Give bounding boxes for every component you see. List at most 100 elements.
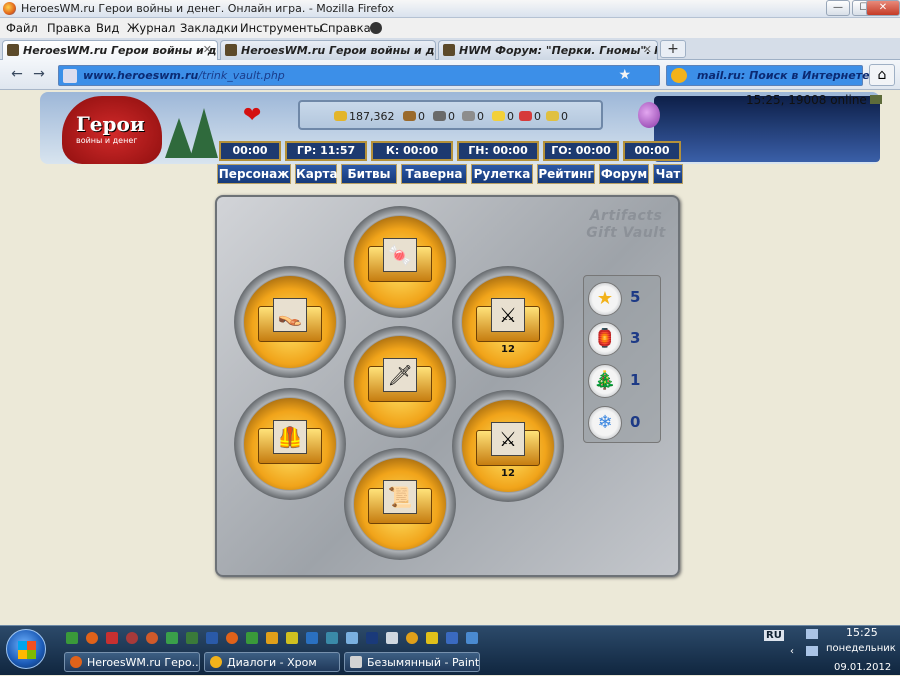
quicklaunch-icon[interactable] <box>466 632 478 644</box>
tree-icon: 🎄 <box>588 364 622 398</box>
chest-swords[interactable]: ⚔ 12 <box>452 266 564 378</box>
quicklaunch-icon[interactable] <box>226 632 238 644</box>
quicklaunch-icon[interactable] <box>286 632 298 644</box>
christmas-tree-decoration <box>165 118 193 158</box>
tab-label: HWM Форум: "Перки. Гномы". Не... <box>459 44 657 57</box>
new-tab-button[interactable]: + <box>660 40 686 58</box>
mana-orb-icon[interactable] <box>638 102 660 128</box>
menu-edit[interactable]: Правка <box>47 21 91 35</box>
addon-icon[interactable] <box>370 22 382 34</box>
menu-view[interactable]: Вид <box>96 21 119 35</box>
search-input[interactable]: mail.ru: Поиск в Интернете <box>666 65 870 86</box>
resource-value: 0 <box>507 110 514 123</box>
chest-slippers[interactable]: 👡 <box>234 266 346 378</box>
quicklaunch-icon[interactable] <box>306 632 318 644</box>
menu-tools[interactable]: Инструменты <box>240 21 322 35</box>
tree-count: 1 <box>630 371 641 389</box>
nav-chat[interactable]: Чат <box>653 164 683 184</box>
quicklaunch-icon[interactable] <box>106 632 118 644</box>
quicklaunch-icon[interactable] <box>246 632 258 644</box>
url-path: /trink_vault.php <box>198 69 285 82</box>
tab-hwm-forum[interactable]: HWM Форум: "Перки. Гномы". Не... ✕ <box>438 40 658 60</box>
quicklaunch-icon[interactable] <box>186 632 198 644</box>
task-firefox[interactable]: HeroesWM.ru Геро... <box>64 652 200 672</box>
task-chrome[interactable]: Диалоги - Хром <box>204 652 340 672</box>
menu-history[interactable]: Журнал <box>127 21 175 35</box>
firefox-icon <box>3 2 16 15</box>
tab-label: HeroesWM.ru Герои войны и денег... <box>23 44 217 57</box>
quicklaunch-icon[interactable] <box>86 632 98 644</box>
nav-character[interactable]: Персонаж <box>217 164 291 184</box>
resource-gold: 187,362 <box>334 110 395 123</box>
menu-file[interactable]: Файл <box>6 21 38 35</box>
back-button[interactable]: ← <box>6 65 28 85</box>
quicklaunch-icon[interactable] <box>426 632 438 644</box>
menu-help[interactable]: Справка <box>320 21 371 35</box>
quicklaunch-icon[interactable] <box>266 632 278 644</box>
paint-icon <box>350 656 362 668</box>
system-tray: RU ‹ 15:25 понедельник 09.01.2012 <box>760 626 900 676</box>
tab-close-icon[interactable]: ✕ <box>643 43 652 56</box>
quicklaunch-icon[interactable] <box>386 632 398 644</box>
tab-bar: HeroesWM.ru Герои войны и денег... ✕ Her… <box>0 38 900 61</box>
crossed-swords-icon: ⚔ <box>491 298 525 332</box>
forward-button[interactable]: → <box>30 65 48 85</box>
resource-gems: 0 <box>546 110 568 123</box>
nav-forum[interactable]: Форум <box>599 164 649 184</box>
chest-dagger[interactable]: 🗡 <box>344 326 456 438</box>
timer-smiths: К: 00:00 <box>371 141 453 161</box>
mail-icon[interactable] <box>869 95 882 104</box>
gold-icon <box>334 111 347 121</box>
volume-icon[interactable] <box>806 646 818 656</box>
windows-taskbar: HeroesWM.ru Геро... Диалоги - Хром Безым… <box>0 625 900 675</box>
quicklaunch-icon[interactable] <box>446 632 458 644</box>
quicklaunch-icon[interactable] <box>66 632 78 644</box>
chest-candy[interactable]: 🍬 <box>344 206 456 318</box>
star-icon: ★ <box>588 282 622 316</box>
close-button[interactable]: ✕ <box>866 0 900 16</box>
start-button[interactable] <box>6 629 46 669</box>
logo-subtext: войны и денег <box>76 136 138 145</box>
chest-armor[interactable]: 🦺 <box>234 388 346 500</box>
minimize-button[interactable]: — <box>826 0 850 16</box>
menu-bookmarks[interactable]: Закладки <box>180 21 238 35</box>
show-hidden-icons-icon[interactable]: ‹ <box>790 646 794 657</box>
quicklaunch-icon[interactable] <box>406 632 418 644</box>
bookmark-star-icon[interactable]: ★ <box>618 67 631 83</box>
tab-heroeswm-1[interactable]: HeroesWM.ru Герои войны и денег... ✕ <box>2 40 218 61</box>
url-bar[interactable]: www.heroeswm.ru/trink_vault.php ★ <box>58 65 660 86</box>
network-icon[interactable] <box>806 629 818 639</box>
firefox-icon <box>70 656 82 668</box>
quicklaunch-icon[interactable] <box>166 632 178 644</box>
resource-value: 0 <box>418 110 425 123</box>
home-button[interactable]: ⌂ <box>869 64 895 86</box>
quicklaunch-icon[interactable] <box>326 632 338 644</box>
health-heart-icon[interactable]: ❤ <box>243 103 261 128</box>
language-indicator[interactable]: RU <box>764 630 784 641</box>
quicklaunch-icon[interactable] <box>346 632 358 644</box>
quicklaunch-icon[interactable] <box>206 632 218 644</box>
nav-battles[interactable]: Битвы <box>341 164 397 184</box>
item-count: 12 <box>501 468 515 479</box>
snowflake-count: 0 <box>630 413 641 431</box>
clock-day[interactable]: понедельник <box>826 643 896 654</box>
search-engine-icon[interactable] <box>671 68 687 83</box>
url-host: www.heroeswm.ru <box>83 69 199 82</box>
clock-time[interactable]: 15:25 <box>846 626 878 639</box>
task-paint[interactable]: Безымянный - Paint <box>344 652 480 672</box>
clock-date[interactable]: 09.01.2012 <box>834 662 891 673</box>
tab-close-icon[interactable]: ✕ <box>203 43 212 56</box>
quicklaunch-icon[interactable] <box>366 632 378 644</box>
logo-text: Герои <box>76 112 145 136</box>
quicklaunch-icon[interactable] <box>126 632 138 644</box>
nav-map[interactable]: Карта <box>295 164 338 184</box>
nav-roulette[interactable]: Рулетка <box>471 164 533 184</box>
quicklaunch-icon[interactable] <box>146 632 158 644</box>
timer-6: 00:00 <box>623 141 681 161</box>
nav-tavern[interactable]: Таверна <box>401 164 467 184</box>
game-logo[interactable]: Герои войны и денег <box>62 96 162 164</box>
chest-swords-2[interactable]: ⚔ 12 <box>452 390 564 502</box>
nav-rating[interactable]: Рейтинг <box>537 164 595 184</box>
chest-scroll[interactable]: 📜 <box>344 448 456 560</box>
tab-heroeswm-2[interactable]: HeroesWM.ru Герои войны и денег... <box>220 40 436 60</box>
